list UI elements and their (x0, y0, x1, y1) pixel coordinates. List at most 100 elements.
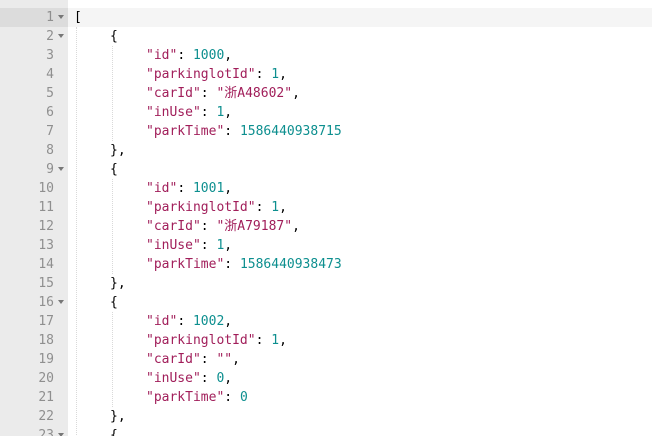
line-number: 23 (38, 428, 54, 436)
line-number: 3 (46, 48, 54, 63)
gutter-row: 11 (0, 198, 68, 217)
indent-guide (112, 179, 113, 274)
gutter-row: 17 (0, 312, 68, 331)
code-area[interactable]: [{"id": 1000, "parkinglotId": 1, "carId": … (68, 0, 652, 436)
line-number: 16 (38, 295, 54, 310)
json-punctuation: : (177, 48, 193, 63)
code-line[interactable]: }, (110, 407, 126, 426)
line-number: 17 (38, 314, 54, 329)
json-punctuation: , (292, 219, 300, 234)
gutter-row: 13 (0, 236, 68, 255)
gutter-row: 14 (0, 255, 68, 274)
json-number: 1586440938715 (239, 124, 342, 139)
json-punctuation: }, (110, 143, 126, 158)
json-punctuation: , (232, 352, 240, 367)
json-punctuation: : (200, 238, 217, 253)
line-number: 9 (46, 162, 54, 177)
line-number-gutter: 1 2 3 4 5 6 7 8 9 10 11 12 13 14 15 16 17 18 19 20 21 22 23 (0, 0, 68, 436)
json-string: "" (216, 352, 233, 367)
json-punctuation: : (200, 371, 217, 386)
line-number: 18 (38, 333, 54, 348)
code-line[interactable]: "inUse": 1, (146, 236, 232, 255)
gutter-row: 19 (0, 350, 68, 369)
line-number: 20 (38, 371, 54, 386)
gutter-row: 10 (0, 179, 68, 198)
code-line[interactable]: "carId": "", (146, 350, 240, 369)
json-punctuation: : (177, 181, 193, 196)
code-line[interactable]: "parkTime": 1586440938473 (146, 255, 342, 274)
json-number: 1586440938473 (239, 257, 342, 272)
line-number: 1 (46, 10, 54, 25)
line-number: 10 (38, 181, 54, 196)
fold-toggle-icon[interactable] (58, 300, 64, 304)
code-line[interactable]: { (110, 293, 118, 312)
json-key: "inUse" (146, 238, 201, 253)
code-line[interactable]: }, (110, 141, 126, 160)
line-number: 2 (46, 29, 54, 44)
line-number: 14 (38, 257, 54, 272)
json-punctuation: { (110, 162, 118, 177)
code-line[interactable]: [ (74, 8, 82, 27)
line-number: 13 (38, 238, 54, 253)
json-key: "parkTime" (146, 124, 225, 139)
code-line[interactable]: "parkinglotId": 1, (146, 331, 287, 350)
json-key: "carId" (146, 86, 201, 101)
gutter-row: 1 (0, 8, 68, 27)
gutter-row: 2 (0, 27, 68, 46)
json-punctuation: , (292, 86, 300, 101)
code-line[interactable]: "carId": "浙A48602", (146, 84, 300, 103)
json-punctuation: { (110, 29, 118, 44)
json-key: "parkinglotId" (146, 333, 256, 348)
json-punctuation: { (110, 295, 118, 310)
gutter-row: 20 (0, 369, 68, 388)
line-number: 12 (38, 219, 54, 234)
code-line[interactable]: "inUse": 0, (146, 369, 232, 388)
code-line[interactable]: { (110, 27, 118, 46)
indent-guide (112, 312, 113, 407)
fold-toggle-icon[interactable] (58, 34, 64, 38)
code-line[interactable]: "parkTime": 0 (146, 388, 248, 407)
json-editor[interactable]: 1 2 3 4 5 6 7 8 9 10 11 12 13 14 15 16 17 18 19 20 21 22 23 [{… (0, 0, 652, 436)
code-line[interactable]: { (110, 426, 118, 436)
json-punctuation: : (177, 314, 193, 329)
json-punctuation: [ (74, 10, 82, 25)
active-line-highlight (68, 8, 652, 27)
gutter-row: 4 (0, 65, 68, 84)
json-punctuation: , (224, 314, 233, 329)
indent-guide (76, 27, 77, 436)
json-number: 1 (271, 67, 280, 82)
json-key: "id" (146, 181, 178, 196)
fold-toggle-icon[interactable] (58, 167, 64, 171)
json-punctuation: , (224, 371, 233, 386)
json-key: "parkTime" (146, 390, 225, 405)
json-punctuation: : (200, 105, 217, 120)
line-number: 4 (46, 67, 54, 82)
fold-toggle-icon[interactable] (58, 15, 64, 19)
code-line[interactable]: "carId": "浙A79187", (146, 217, 300, 236)
line-number: 21 (38, 390, 54, 405)
json-key: "parkinglotId" (146, 200, 256, 215)
json-punctuation: : (200, 219, 217, 234)
json-punctuation: : (255, 67, 272, 82)
code-line[interactable]: "inUse": 1, (146, 103, 232, 122)
code-line[interactable]: }, (110, 274, 126, 293)
gutter-row: 5 (0, 84, 68, 103)
code-line[interactable]: "parkTime": 1586440938715 (146, 122, 342, 141)
code-line[interactable]: { (110, 160, 118, 179)
line-number: 8 (46, 143, 54, 158)
gutter-row: 21 (0, 388, 68, 407)
json-key: "parkTime" (146, 257, 225, 272)
json-punctuation: { (110, 428, 118, 436)
code-line[interactable]: "id": 1000, (146, 46, 232, 65)
code-line[interactable]: "id": 1002, (146, 312, 232, 331)
gutter-row: 7 (0, 122, 68, 141)
gutter-row: 15 (0, 274, 68, 293)
code-line[interactable]: "parkinglotId": 1, (146, 198, 287, 217)
code-line[interactable]: "parkinglotId": 1, (146, 65, 287, 84)
line-number: 5 (46, 86, 54, 101)
json-punctuation: : (255, 200, 272, 215)
code-line[interactable]: "id": 1001, (146, 179, 232, 198)
gutter-row: 6 (0, 103, 68, 122)
json-punctuation: : (200, 352, 217, 367)
json-punctuation: : (224, 124, 240, 139)
